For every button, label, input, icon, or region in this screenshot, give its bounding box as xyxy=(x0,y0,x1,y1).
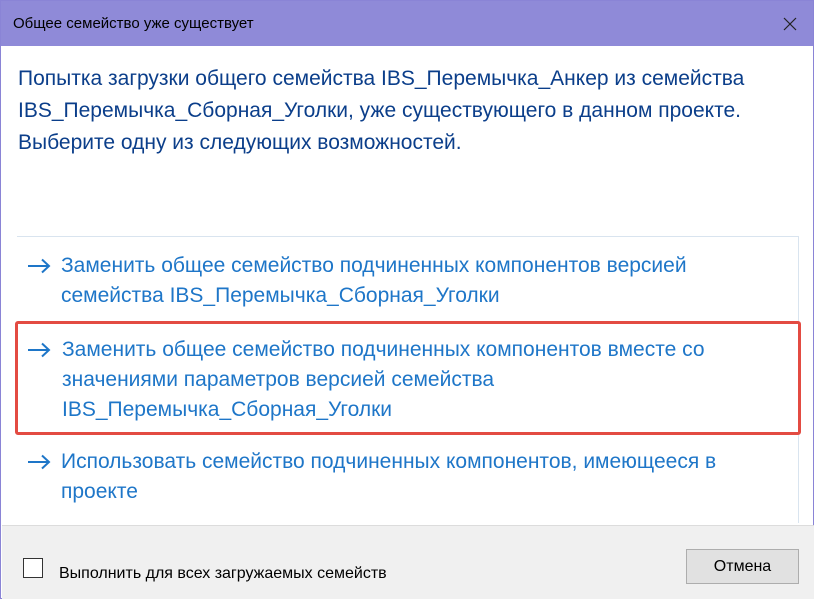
command-links-panel: Заменить общее семейство подчиненных ком… xyxy=(15,236,801,523)
arrow-right-icon xyxy=(17,251,61,281)
instruction-line-1: Попытка загрузки общего семейства IBS_Пе… xyxy=(18,67,745,90)
close-icon xyxy=(783,17,797,30)
cancel-button[interactable]: Отмена xyxy=(686,549,799,584)
arrow-right-icon xyxy=(18,335,62,365)
instruction-line-2: IBS_Перемычка_Сборная_Уголки, уже сущест… xyxy=(18,99,741,154)
apply-to-all-label[interactable]: Выполнить для всех загружаемых семейств xyxy=(59,565,387,583)
main-instruction: Попытка загрузки общего семейства IBS_Пе… xyxy=(18,63,778,159)
task-dialog: Общее семейство уже существует Попытка з… xyxy=(0,0,814,599)
command-link-replace-with-parameters[interactable]: Заменить общее семейство подчиненных ком… xyxy=(15,321,801,435)
command-label: Заменить общее семейство подчиненных ком… xyxy=(61,254,687,307)
apply-to-all-checkbox[interactable] xyxy=(23,558,43,578)
command-link-replace-family[interactable]: Заменить общее семейство подчиненных ком… xyxy=(17,251,799,311)
command-label: Использовать семейство подчиненных компо… xyxy=(61,450,717,503)
close-button[interactable] xyxy=(767,1,813,46)
command-link-use-existing[interactable]: Использовать семейство подчиненных компо… xyxy=(17,447,799,507)
footer-bar: Выполнить для всех загружаемых семейств … xyxy=(2,525,814,599)
title-bar: Общее семейство уже существует xyxy=(1,1,813,46)
window-title: Общее семейство уже существует xyxy=(13,15,254,32)
command-label: Заменить общее семейство подчиненных ком… xyxy=(62,338,705,421)
arrow-right-icon xyxy=(17,447,61,477)
